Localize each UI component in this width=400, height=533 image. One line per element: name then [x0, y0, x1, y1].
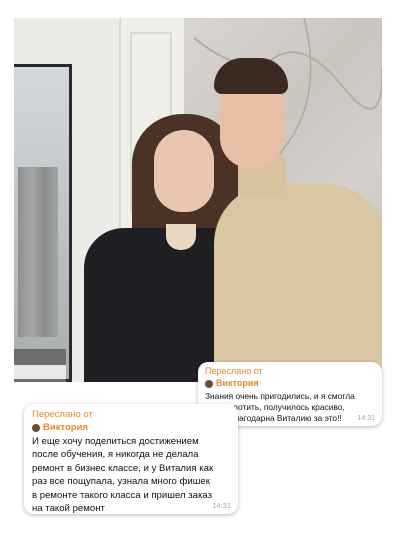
forwarded-label: Переслано от — [205, 366, 263, 376]
woman-collar — [166, 224, 196, 250]
message-text: И еще хочу поделиться достижением после … — [32, 435, 230, 515]
man-hair — [214, 58, 288, 94]
man-body — [214, 184, 382, 382]
message-line: Знания очень пригодились, и я смогла — [205, 391, 355, 401]
message-line: в ремонте такого класса и пришел заказ — [32, 489, 212, 501]
message-time: 14:31 — [357, 415, 375, 422]
message-line: ремонт в бизнес классе, и у Виталия как — [32, 462, 214, 474]
message-line: на такой ремонт — [32, 503, 105, 515]
message-time: 14:31 — [212, 501, 231, 510]
message-line: раз все пощупала, узнала много фишек — [32, 476, 210, 488]
message-line: после обучения, я никогда не делала — [32, 449, 199, 461]
message-line: И еще хочу поделиться достижением — [32, 436, 199, 447]
woman-face — [154, 130, 214, 212]
avatar[interactable] — [32, 423, 40, 432]
photo — [14, 18, 382, 382]
message-bubble[interactable]: Переслано от Виктория И еще хочу поделит… — [24, 404, 238, 514]
sender[interactable]: Виктория — [32, 422, 230, 433]
sender-name[interactable]: Виктория — [43, 422, 88, 433]
forwarded-label: Переслано от — [32, 409, 93, 420]
avatar[interactable] — [205, 379, 213, 388]
sender-name[interactable]: Виктория — [216, 378, 259, 389]
bed-sheet — [14, 365, 66, 379]
mirror — [14, 64, 72, 382]
curtain — [18, 167, 58, 337]
sender[interactable]: Виктория — [205, 378, 375, 389]
